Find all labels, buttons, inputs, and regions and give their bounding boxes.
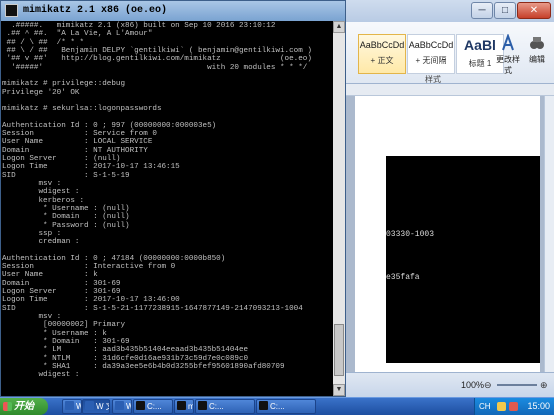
taskbar: 开始 W W 文... W C:... m C:... C:... CH 15:00	[0, 397, 554, 415]
doc-text-fragment: e35fafa	[386, 273, 420, 282]
taskbar-item-label: C:...	[147, 402, 162, 411]
scroll-thumb[interactable]	[334, 324, 344, 376]
scroll-up-button[interactable]: ▲	[333, 21, 345, 33]
ribbon: AaBbCcDd + 正文 AaBbCcDd + 无间隔 AaBl 标题 1 更…	[345, 22, 554, 84]
taskbar-item[interactable]: W 文...	[82, 399, 110, 414]
ime-indicator[interactable]: CH	[479, 398, 491, 415]
taskbar-item[interactable]: W	[62, 399, 82, 414]
change-styles-icon	[502, 34, 514, 51]
start-button[interactable]: 开始	[0, 398, 48, 415]
style-normal[interactable]: AaBbCcDd + 正文	[358, 34, 406, 74]
console-titlebar[interactable]: mimikatz 2.1 x86 (oe.eo)	[1, 1, 345, 21]
tray-icon[interactable]	[509, 402, 518, 411]
style-no-spacing[interactable]: AaBbCcDd + 无间隔	[407, 34, 455, 74]
close-button[interactable]: ✕	[517, 2, 551, 19]
scroll-down-button[interactable]: ▼	[333, 384, 345, 396]
tray-icon[interactable]	[497, 402, 506, 411]
word-status-bar: 100% ⊖ ⊕	[345, 372, 554, 397]
zoom-in-icon[interactable]: ⊕	[540, 380, 548, 391]
word-window: ─ □ ✕ AaBbCcDd + 正文 AaBbCcDd + 无间隔 AaBl …	[345, 0, 554, 397]
taskbar-item-label: m	[188, 402, 193, 411]
editing-button[interactable]: 编辑	[523, 32, 551, 76]
binoculars-icon	[530, 37, 544, 49]
taskbar-item[interactable]: W	[112, 399, 132, 414]
change-styles-label: 更改样式	[496, 55, 520, 75]
app-icon	[115, 401, 124, 410]
style-label: + 无间隔	[415, 56, 447, 65]
style-label: + 正文	[370, 56, 394, 65]
style-sample: AaBbCcDd	[408, 40, 454, 50]
taskbar-item-label: C:...	[209, 402, 224, 411]
clock: 15:00	[527, 401, 550, 411]
doc-text-fragment: 03330-1003	[386, 230, 435, 239]
app-icon	[136, 401, 145, 410]
console-app-icon	[5, 4, 18, 17]
taskbar-item-label: C:...	[270, 402, 285, 411]
app-icon	[177, 401, 186, 410]
minimize-button[interactable]: ─	[471, 2, 493, 19]
app-icon	[65, 401, 74, 410]
windows-flag-icon	[3, 402, 12, 411]
document-canvas: 03330-1003 e35fafa	[345, 96, 544, 372]
zoom-level: 100%	[461, 380, 485, 390]
taskbar-item[interactable]: C:...	[133, 399, 173, 414]
zoom-out-icon[interactable]: ⊖	[484, 380, 492, 391]
app-icon	[259, 401, 268, 410]
console-title: mimikatz 2.1 x86 (oe.eo)	[23, 5, 168, 16]
taskbar-item[interactable]: C:...	[195, 399, 255, 414]
app-icon	[85, 401, 94, 410]
console-scrollbar[interactable]: ▲ ▼	[333, 21, 345, 396]
style-sample: AaBbCcDd	[359, 40, 405, 50]
console-screenshot-image: 03330-1003 e35fafa	[386, 156, 540, 363]
change-styles-button[interactable]: 更改样式	[494, 32, 522, 76]
word-vertical-scrollbar[interactable]	[544, 96, 554, 372]
start-label: 开始	[14, 401, 34, 412]
system-tray: CH 15:00	[474, 398, 554, 415]
ruler	[345, 84, 554, 96]
console-text: .#####. mimikatz 2.1 (x86) built on Sep …	[2, 22, 312, 380]
taskbar-item[interactable]: m	[174, 399, 194, 414]
maximize-button[interactable]: □	[494, 2, 516, 19]
taskbar-item-label: W 文...	[96, 402, 109, 411]
word-titlebar: ─ □ ✕	[345, 0, 554, 22]
zoom-slider[interactable]	[497, 384, 537, 386]
console-output[interactable]: .#####. mimikatz 2.1 (x86) built on Sep …	[1, 21, 333, 396]
console-window: mimikatz 2.1 x86 (oe.eo) .#####. mimikat…	[0, 0, 346, 397]
taskbar-item-label: W	[126, 402, 131, 411]
document-page[interactable]: 03330-1003 e35fafa	[355, 96, 540, 372]
app-icon	[198, 401, 207, 410]
taskbar-item[interactable]: C:...	[256, 399, 316, 414]
editing-label: 编辑	[529, 55, 545, 64]
